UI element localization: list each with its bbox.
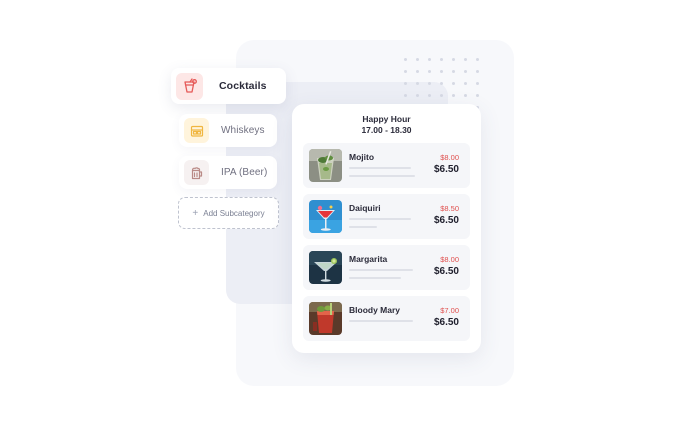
menu-item-margarita[interactable]: Margarita $8.00 $6.50 xyxy=(303,245,470,290)
original-price: $8.50 xyxy=(440,204,459,213)
menu-item-name: Daiquiri xyxy=(349,203,381,213)
decorative-dot xyxy=(416,70,419,73)
decorative-dot xyxy=(452,58,455,61)
whiskey-icon xyxy=(184,118,209,143)
decorative-dot xyxy=(428,58,431,61)
decorative-dot xyxy=(464,82,467,85)
decorative-dot xyxy=(440,70,443,73)
category-cocktails[interactable]: Cocktails xyxy=(171,68,286,104)
decorative-dot xyxy=(464,94,467,97)
category-ipa-beer[interactable]: IPA (Beer) xyxy=(179,156,277,189)
margarita-image xyxy=(309,251,342,284)
decorative-dot xyxy=(404,94,407,97)
description-placeholder-line xyxy=(349,269,413,271)
discount-price: $6.50 xyxy=(433,266,459,277)
original-price: $7.00 xyxy=(440,306,459,315)
original-price: $8.00 xyxy=(440,255,459,264)
original-price: $8.00 xyxy=(440,153,459,162)
category-label: Cocktails xyxy=(219,80,267,92)
description-placeholder-line xyxy=(349,277,401,279)
menu-title: Happy Hour 17.00 - 18.30 xyxy=(292,114,481,135)
description-placeholder-line xyxy=(349,320,413,322)
category-label: IPA (Beer) xyxy=(221,167,268,178)
decorative-dot xyxy=(464,58,467,61)
description-placeholder-line xyxy=(349,167,411,169)
decorative-dot xyxy=(440,94,443,97)
menu-item-mojito[interactable]: Mojito $8.00 $6.50 xyxy=(303,143,470,188)
description-placeholder-line xyxy=(349,218,411,220)
bloody-mary-image xyxy=(309,302,342,335)
decorative-dot xyxy=(452,70,455,73)
beer-mug-icon xyxy=(184,160,209,185)
menu-item-name: Mojito xyxy=(349,152,375,162)
decorative-dot xyxy=(476,70,479,73)
category-whiskeys[interactable]: Whiskeys xyxy=(179,114,277,147)
add-subcategory-label: Add Subcategory xyxy=(203,208,265,218)
decorative-dot xyxy=(452,82,455,85)
decorative-dot xyxy=(404,58,407,61)
menu-title-name: Happy Hour xyxy=(362,114,411,124)
cocktail-icon xyxy=(176,72,203,100)
category-label: Whiskeys xyxy=(221,125,265,136)
decorative-dot xyxy=(476,82,479,85)
decorative-dot xyxy=(428,82,431,85)
decorative-dot xyxy=(404,82,407,85)
decorative-dot xyxy=(404,70,407,73)
mojito-image xyxy=(309,149,342,182)
menu-title-hours: 17.00 - 18.30 xyxy=(361,124,412,135)
description-placeholder-line xyxy=(349,226,377,228)
decorative-dot xyxy=(476,58,479,61)
decorative-dot xyxy=(464,70,467,73)
decorative-dot xyxy=(440,82,443,85)
happy-hour-menu-card: Happy Hour 17.00 - 18.30 Mojito $8.00 $6… xyxy=(292,104,481,353)
daiquiri-image xyxy=(309,200,342,233)
menu-item-bloody-mary[interactable]: Bloody Mary $7.00 $6.50 xyxy=(303,296,470,341)
decorative-dot xyxy=(476,94,479,97)
discount-price: $6.50 xyxy=(433,164,459,175)
decorative-dot xyxy=(416,82,419,85)
menu-item-daiquiri[interactable]: Daiquiri $8.50 $6.50 xyxy=(303,194,470,239)
add-subcategory-button[interactable]: + Add Subcategory xyxy=(178,197,279,229)
decorative-dot xyxy=(428,94,431,97)
discount-price: $6.50 xyxy=(433,317,459,328)
description-placeholder-line xyxy=(349,175,415,177)
decorative-dot xyxy=(428,70,431,73)
menu-item-name: Margarita xyxy=(349,254,388,264)
decorative-dot xyxy=(416,58,419,61)
decorative-dot xyxy=(452,94,455,97)
decorative-dot xyxy=(440,58,443,61)
discount-price: $6.50 xyxy=(433,215,459,226)
decorative-dot xyxy=(416,94,419,97)
plus-icon: + xyxy=(192,207,199,219)
menu-item-name: Bloody Mary xyxy=(349,305,401,315)
